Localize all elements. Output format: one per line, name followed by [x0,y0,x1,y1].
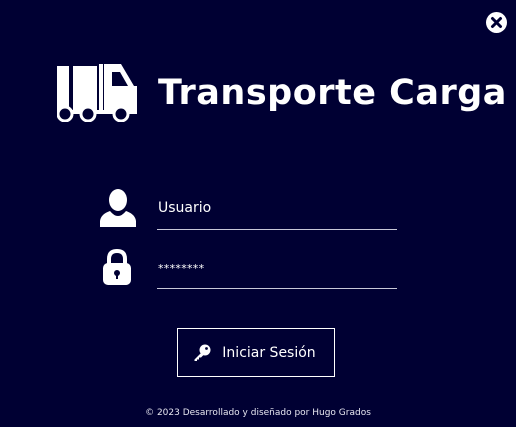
username-field[interactable] [157,197,397,233]
app-title: Transporte Carga [158,73,507,113]
footer-credits: © 2023 Desarrollado y diseñado por Hugo … [145,408,371,418]
lock-icon [103,248,131,285]
login-button[interactable]: Iniciar Sesión [177,328,335,377]
login-button-label: Iniciar Sesión [222,344,316,361]
close-icon[interactable] [486,12,507,33]
username-input[interactable] [157,201,397,233]
truck-icon [57,64,137,122]
close-button[interactable] [486,12,507,33]
password-input[interactable]: ******** [158,262,204,275]
user-icon [100,189,136,227]
key-icon [194,344,211,361]
